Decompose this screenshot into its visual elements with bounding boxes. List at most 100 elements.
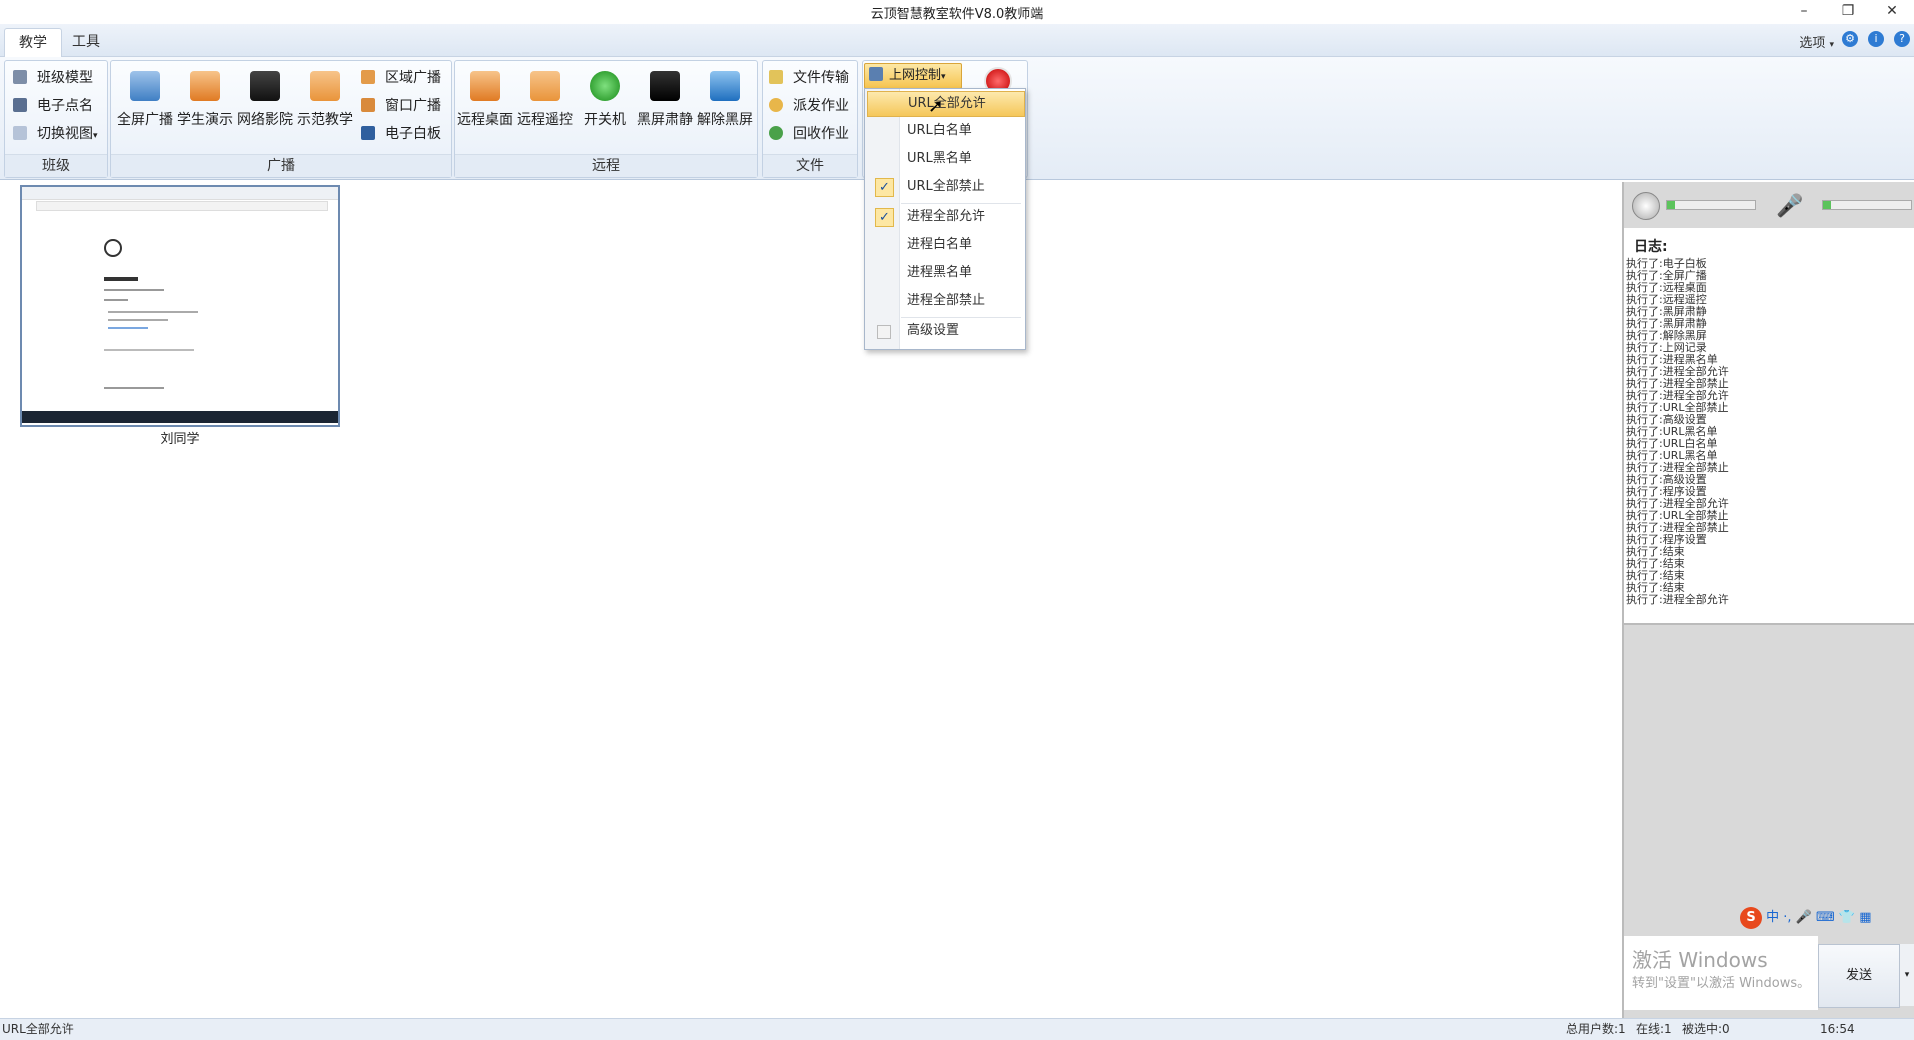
whiteboard-label: 电子白板 [385, 126, 441, 142]
collect-homework-label: 回收作业 [793, 126, 849, 142]
mic-volume-slider[interactable] [1822, 200, 1912, 210]
tab-teaching[interactable]: 教学 [4, 28, 62, 57]
student-screen-thumbnail[interactable] [20, 185, 340, 427]
remote-group-caption: 远程 [455, 154, 757, 177]
log-title: 日志: [1634, 239, 1668, 255]
menu-url-whitelist[interactable]: URL白名单 [867, 119, 1023, 143]
menu-url-blacklist[interactable]: URL黑名单 [867, 147, 1023, 171]
menu-process-blacklist[interactable]: 进程黑名单 [867, 261, 1023, 285]
chevron-down-icon: ▾ [93, 131, 98, 141]
status-time: 16:54 [1820, 1022, 1855, 1036]
menu-separator [901, 317, 1021, 318]
menu-process-allow-all[interactable]: ✓ 进程全部允许 [867, 205, 1023, 229]
student-demo-button[interactable]: 学生演示 [175, 67, 235, 129]
restore-button[interactable]: ❐ [1826, 0, 1870, 24]
demo-teaching-icon [310, 71, 340, 101]
area-broadcast-button[interactable]: 区域广播 [361, 65, 441, 91]
remote-control-button[interactable]: 远程遥控 [515, 67, 575, 129]
mouse-cursor-icon: ➚ [928, 96, 944, 117]
black-screen-button[interactable]: 黑屏肃静 [635, 67, 695, 129]
title-bar: 云顶智慧教室软件V8.0教师端 – ❐ ✕ [0, 0, 1914, 24]
activate-windows-title: 激活 Windows [1632, 948, 1768, 972]
tab-strip: 教学 工具 选项 ▾ ⚙ i ? [0, 24, 1914, 57]
power-label: 开关机 [584, 112, 626, 128]
file-group: 文件传输 派发作业 回收作业 文件 [762, 60, 858, 178]
menu-process-whitelist[interactable]: 进程白名单 [867, 233, 1023, 257]
window-title: 云顶智慧教室软件V8.0教师端 [870, 7, 1044, 22]
file-transfer-label: 文件传输 [793, 70, 849, 86]
broadcast-group: 全屏广播 学生演示 网络影院 示范教学 区域广播 窗口广播 电子白板 广播 [110, 60, 452, 178]
recycle-icon [769, 126, 783, 140]
menu-advanced-settings[interactable]: 高级设置 [867, 319, 1023, 343]
options-menu[interactable]: 选项 ▾ [1799, 32, 1834, 51]
globe-icon [104, 239, 122, 257]
black-screen-label: 黑屏肃静 [637, 112, 693, 128]
window-broadcast-label: 窗口广播 [385, 98, 441, 114]
chevron-down-icon: ▾ [1829, 40, 1834, 50]
remote-desktop-button[interactable]: 远程桌面 [455, 67, 515, 129]
assign-homework-label: 派发作业 [793, 98, 849, 114]
window-broadcast-button[interactable]: 窗口广播 [361, 93, 441, 119]
unlock-screen-button[interactable]: 解除黑屏 [695, 67, 755, 129]
network-control-button[interactable]: 上网控制▾ [864, 63, 962, 89]
switch-view-button[interactable]: 切换视图▾ [13, 121, 98, 147]
volume-slider[interactable] [1666, 200, 1756, 210]
whiteboard-button[interactable]: 电子白板 [361, 121, 441, 147]
power-button[interactable]: 开关机 [575, 67, 635, 129]
menu-url-allow-all[interactable]: URL全部允许 [867, 91, 1025, 117]
power-icon [590, 71, 620, 101]
network-control-dropdown: URL全部允许 URL白名单 URL黑名单 ✓ URL全部禁止 ✓ 进程全部允许 进… [864, 88, 1026, 350]
cinema-icon [250, 71, 280, 101]
status-online: 在线:1 [1636, 1022, 1672, 1036]
close-button[interactable]: ✕ [1870, 0, 1914, 24]
send-options-chevron-icon[interactable]: ▾ [1900, 944, 1914, 1006]
network-icon [869, 67, 883, 81]
remote-control-label: 远程遥控 [517, 112, 573, 128]
demo-teaching-button[interactable]: 示范教学 [295, 67, 355, 129]
menu-url-block-all[interactable]: ✓ URL全部禁止 [867, 175, 1023, 199]
area-broadcast-label: 区域广播 [385, 70, 441, 86]
help-icon[interactable]: ? [1894, 31, 1910, 47]
thumb-taskbar [22, 411, 338, 423]
file-transfer-icon [769, 70, 783, 84]
network-control-label: 上网控制 [889, 68, 942, 83]
microphone-icon[interactable]: 🎤 [1776, 192, 1803, 222]
remote-control-icon [530, 71, 560, 101]
student-demo-icon [190, 71, 220, 101]
tab-tools[interactable]: 工具 [58, 28, 114, 56]
monitor-icon [710, 71, 740, 101]
assign-homework-button[interactable]: 派发作业 [769, 93, 849, 119]
file-group-caption: 文件 [763, 154, 857, 177]
checkbox-icon [877, 325, 891, 339]
minimize-button[interactable]: – [1782, 0, 1826, 24]
monitor-broadcast-icon [130, 71, 160, 101]
lock-screen-icon [650, 71, 680, 101]
fullscreen-broadcast-button[interactable]: 全屏广播 [115, 67, 175, 129]
send-button[interactable]: 发送 [1818, 944, 1900, 1008]
file-transfer-button[interactable]: 文件传输 [769, 65, 849, 91]
student-name[interactable]: 刘同学 [20, 428, 340, 447]
settings-icon[interactable]: ⚙ [1842, 31, 1858, 47]
class-model-button[interactable]: 班级模型 [13, 65, 93, 91]
info-icon[interactable]: i [1868, 31, 1884, 47]
sogou-ime-icon: S [1740, 907, 1762, 929]
activate-windows-subtitle: 转到"设置"以激活 Windows。 [1632, 976, 1811, 991]
student-demo-label: 学生演示 [177, 112, 233, 128]
class-group-caption: 班级 [5, 154, 107, 177]
roll-call-button[interactable]: 电子点名 [13, 93, 93, 119]
fullscreen-broadcast-label: 全屏广播 [117, 112, 173, 128]
collect-homework-button[interactable]: 回收作业 [769, 121, 849, 147]
speaker-icon[interactable] [1632, 192, 1660, 220]
ime-toolbar[interactable]: S 中 ·, 🎤 ⌨ 👕 ▦ [1740, 906, 1914, 930]
assign-homework-icon [769, 98, 783, 112]
unlock-screen-label: 解除黑屏 [697, 112, 753, 128]
roll-call-icon [13, 98, 27, 112]
network-cinema-button[interactable]: 网络影院 [235, 67, 295, 129]
area-broadcast-icon [361, 70, 375, 84]
thumb-address-bar [36, 201, 328, 211]
roll-call-label: 电子点名 [37, 98, 93, 114]
status-selected: 被选中:0 [1682, 1022, 1730, 1036]
remote-desktop-label: 远程桌面 [457, 112, 513, 128]
menu-process-block-all[interactable]: 进程全部禁止 [867, 289, 1023, 313]
remote-group: 远程桌面 远程遥控 开关机 黑屏肃静 解除黑屏 远程 [454, 60, 758, 178]
